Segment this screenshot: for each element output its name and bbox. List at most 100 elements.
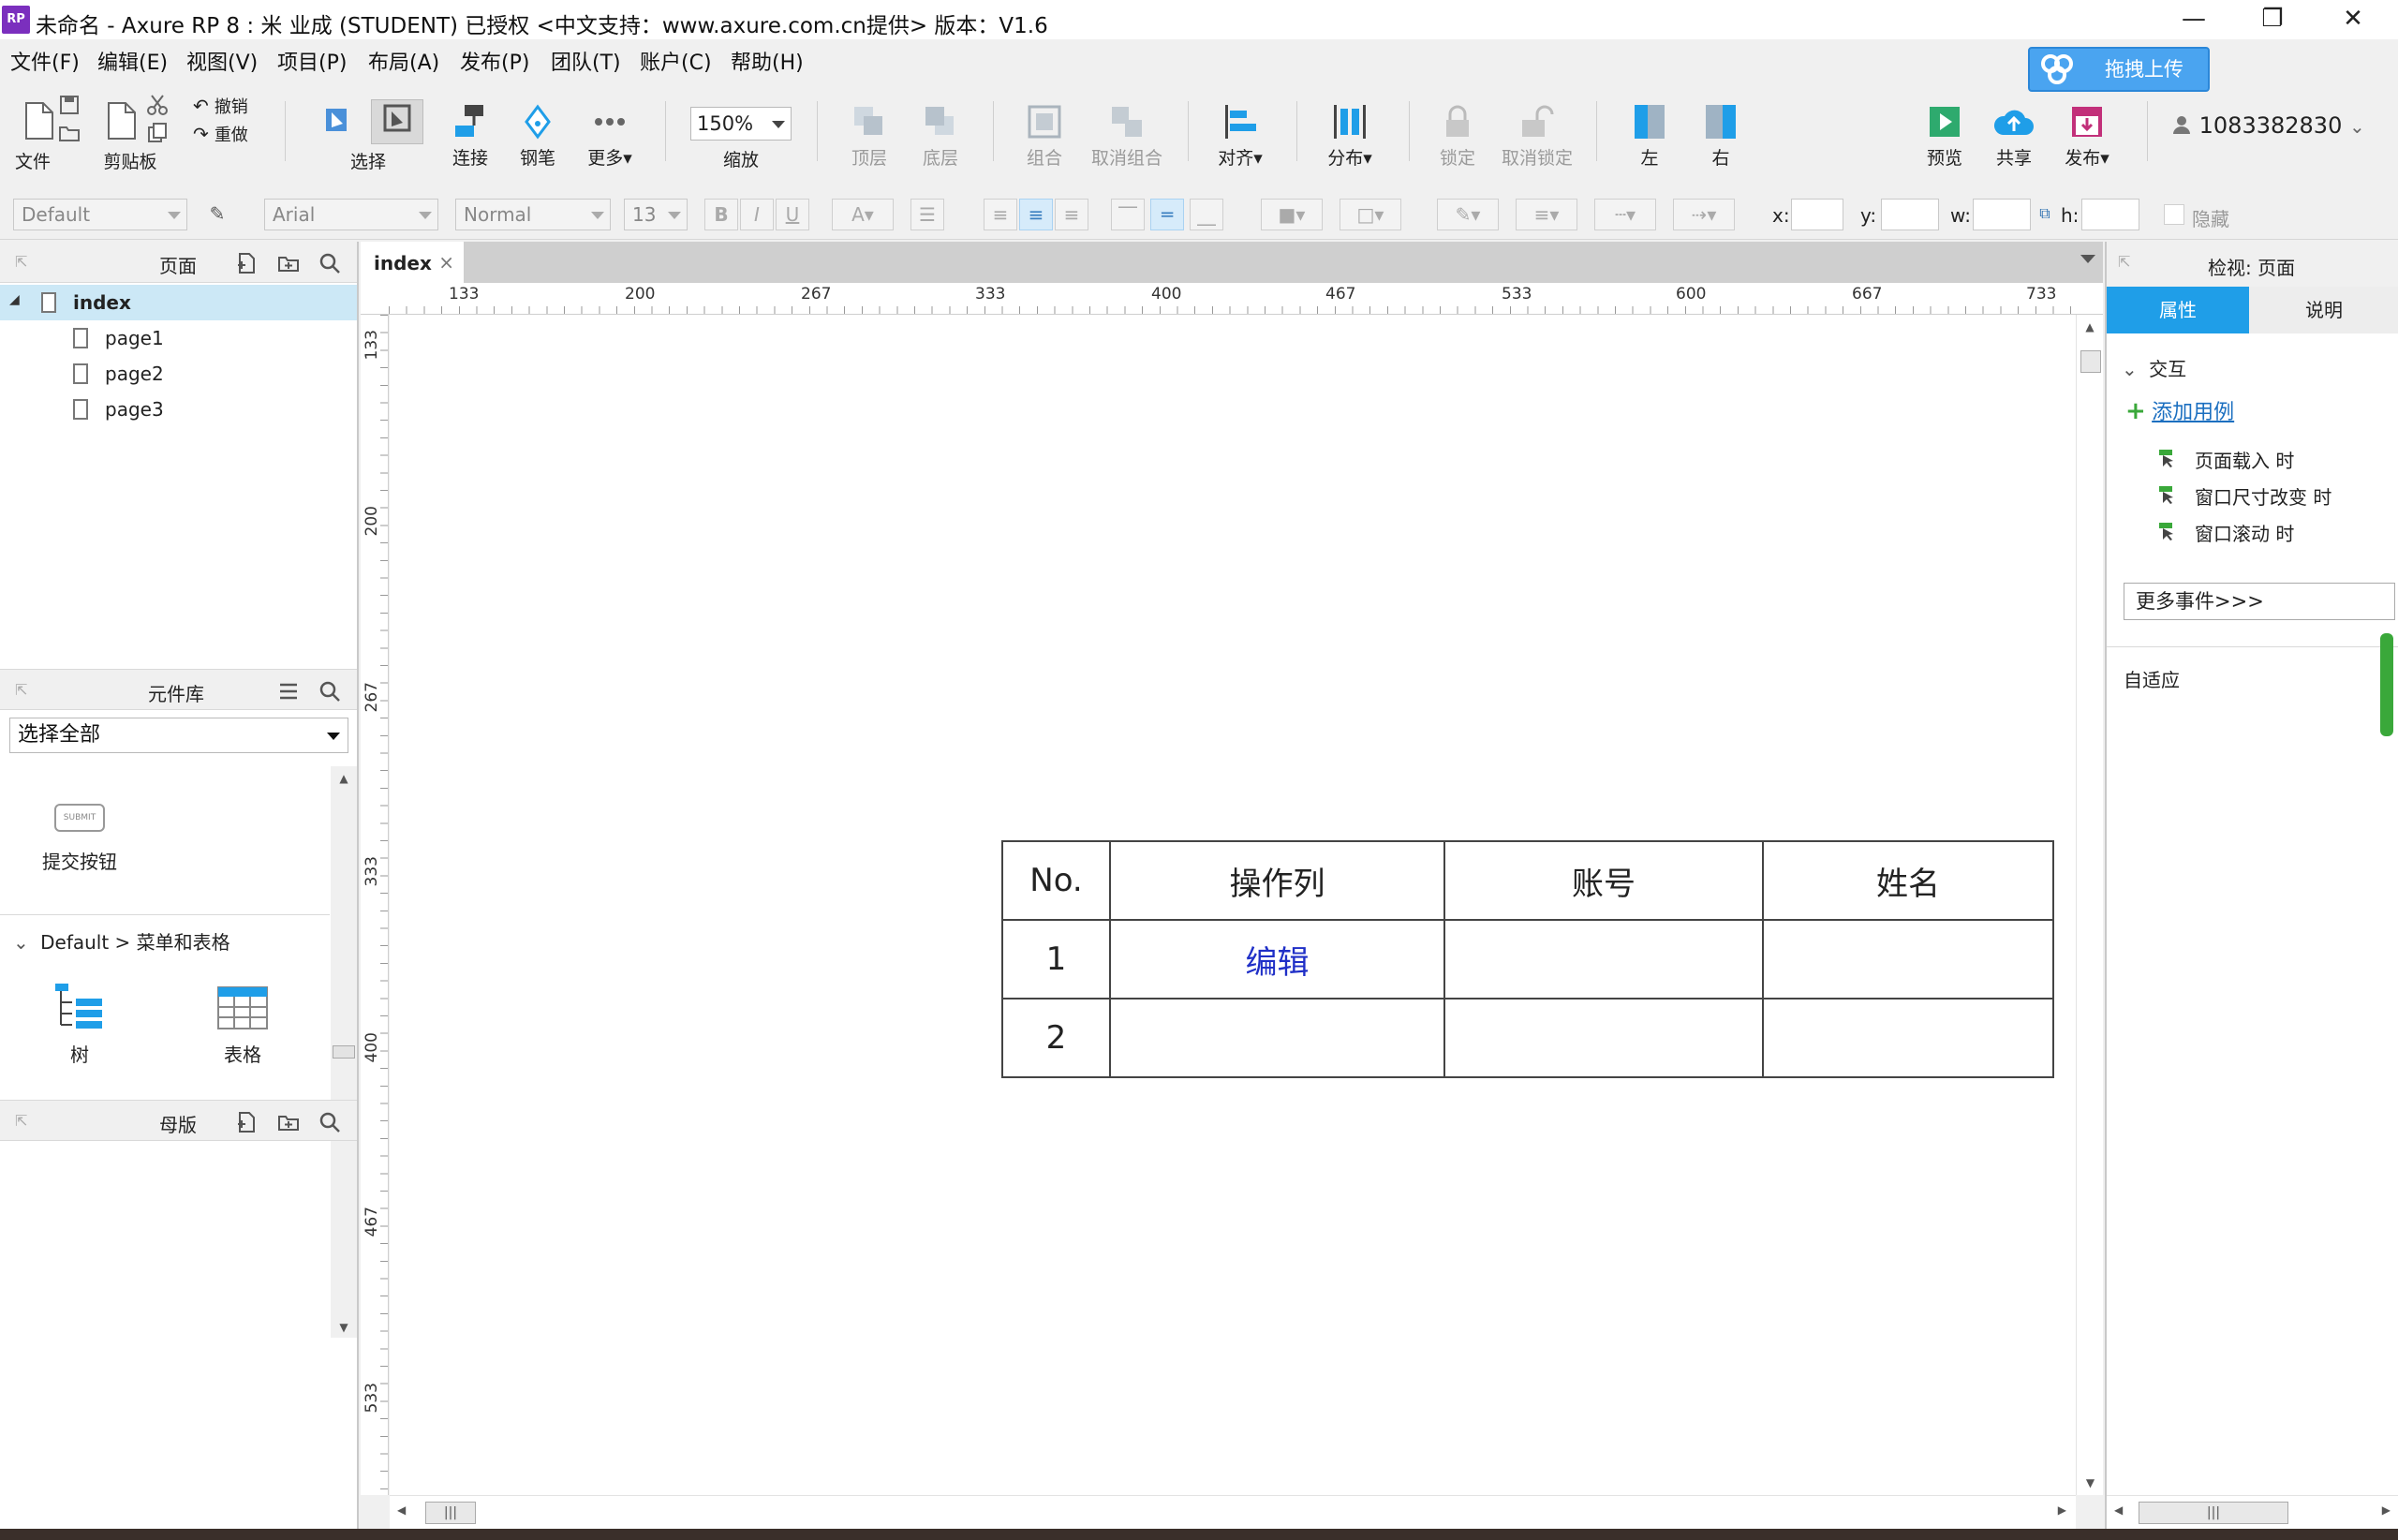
valign-bottom-button[interactable]: ⎽ — [1190, 199, 1223, 230]
table-cell[interactable] — [1762, 998, 2054, 1078]
minimize-button[interactable]: — — [2154, 0, 2233, 39]
scroll-right-arrow-icon[interactable]: ▶ — [2382, 1503, 2391, 1517]
font-family-select[interactable]: Arial — [264, 199, 438, 230]
page-item-index[interactable]: ◢ index — [0, 285, 357, 320]
save-icon[interactable] — [58, 94, 81, 116]
design-canvas[interactable]: No. 操作列 账号 姓名 1 编辑 2 — [390, 315, 2076, 1495]
scroll-up-arrow-icon[interactable]: ▲ — [331, 772, 357, 785]
table-cell[interactable] — [1443, 919, 1764, 1000]
tree-widget[interactable]: 树 — [37, 982, 122, 1067]
search-icon[interactable] — [318, 252, 341, 274]
drag-upload-button[interactable]: 拖拽上传 — [2028, 47, 2210, 92]
bold-button[interactable]: B — [704, 199, 738, 230]
paste-button[interactable] — [103, 99, 141, 146]
redo-button[interactable]: ↷ 重做 — [193, 122, 268, 146]
table-cell[interactable] — [1762, 919, 2054, 1000]
pin-icon[interactable]: ⇱ — [15, 253, 32, 271]
add-case-link[interactable]: + 添加用例 — [2125, 395, 2234, 425]
open-folder-icon[interactable] — [58, 122, 81, 144]
page-item-page1[interactable]: page1 — [0, 320, 357, 356]
menu-file[interactable]: 文件(F) — [10, 46, 80, 76]
align-text-left-button[interactable]: ≡ — [984, 199, 1017, 230]
add-master-icon[interactable] — [236, 1111, 259, 1133]
undo-button[interactable]: ↶ 撤销 — [193, 94, 268, 118]
menu-project[interactable]: 项目(P) — [277, 46, 347, 76]
close-button[interactable]: ✕ — [2314, 0, 2392, 39]
scroll-up-arrow-icon[interactable]: ▲ — [2077, 320, 2103, 333]
more-events-select[interactable]: 更多事件>>> — [2124, 583, 2395, 620]
lock-button[interactable]: 锁定 — [1429, 103, 1486, 170]
style-editor-icon[interactable]: ✎ — [200, 199, 234, 230]
pen-button[interactable]: 钢笔 — [513, 103, 562, 170]
pin-icon[interactable]: ⇱ — [2118, 253, 2130, 271]
submit-button-widget[interactable]: SUBMIT 提交按钮 — [28, 804, 131, 874]
interaction-section-header[interactable]: ⌄ 交互 — [2122, 354, 2186, 381]
w-input[interactable] — [1973, 199, 2031, 230]
fill-color-button[interactable]: ■▾ — [1261, 199, 1323, 230]
table-header-cell[interactable]: 操作列 — [1109, 840, 1445, 921]
library-select[interactable]: 选择全部 — [9, 718, 348, 753]
menu-layout[interactable]: 布局(A) — [368, 46, 439, 76]
hidden-checkbox[interactable] — [2164, 204, 2184, 225]
add-page-icon[interactable] — [236, 252, 259, 274]
event-page-load[interactable]: 页面载入 时 — [2157, 446, 2294, 473]
menu-account[interactable]: 账户(C) — [640, 46, 712, 76]
library-section-header[interactable]: ⌄ Default > 菜单和表格 — [13, 927, 230, 955]
scroll-right-arrow-icon[interactable]: ▶ — [2058, 1503, 2066, 1517]
tab-index[interactable]: index × — [361, 242, 464, 283]
font-color-button[interactable]: A▾ — [832, 199, 894, 230]
table-cell[interactable]: 2 — [1001, 998, 1111, 1078]
ungroup-button[interactable]: 取消组合 — [1087, 103, 1167, 170]
bullet-list-button[interactable]: ☰ — [910, 199, 944, 230]
scroll-down-arrow-icon[interactable]: ▼ — [331, 1321, 357, 1334]
page-item-page2[interactable]: page2 — [0, 356, 357, 392]
publish-button[interactable]: 发布▾ — [2057, 103, 2117, 170]
select-intersect-button[interactable] — [317, 103, 358, 144]
distribute-button[interactable]: 分布▾ — [1317, 103, 1383, 170]
lock-aspect-icon[interactable]: ⧉ — [2035, 199, 2055, 230]
arrow-style-button[interactable]: ⇢▾ — [1673, 199, 1735, 230]
event-window-scroll[interactable]: 窗口滚动 时 — [2157, 519, 2294, 546]
right-panel-toggle-button[interactable]: 右 — [1697, 103, 1744, 170]
share-button[interactable]: 共享 — [1988, 103, 2040, 170]
scroll-left-arrow-icon[interactable]: ◀ — [2114, 1503, 2123, 1517]
restore-button[interactable]: ❐ — [2233, 0, 2312, 39]
menu-team[interactable]: 团队(T) — [551, 46, 621, 76]
font-size-select[interactable]: 13 — [624, 199, 688, 230]
italic-button[interactable]: I — [740, 199, 774, 230]
inspector-horizontal-scrollbar[interactable]: ◀ ||| ▶ — [2107, 1495, 2398, 1529]
scroll-thumb[interactable]: ||| — [425, 1502, 476, 1524]
valign-middle-button[interactable]: ═ — [1150, 199, 1184, 230]
underline-button[interactable]: U — [776, 199, 809, 230]
send-to-back-button[interactable]: 底层 — [912, 103, 969, 170]
align-text-center-button[interactable]: ≡ — [1019, 199, 1053, 230]
unlock-button[interactable]: 取消锁定 — [1497, 103, 1577, 170]
line-style-button[interactable]: ┄▾ — [1594, 199, 1656, 230]
table-header-cell[interactable]: 姓名 — [1762, 840, 2054, 921]
pin-icon[interactable]: ⇱ — [15, 1112, 32, 1130]
menu-edit[interactable]: 编辑(E) — [97, 46, 168, 76]
table-cell[interactable] — [1109, 998, 1445, 1078]
valign-top-button[interactable]: ⎺ — [1111, 199, 1145, 230]
table-header-cell[interactable]: 账号 — [1443, 840, 1764, 921]
search-icon[interactable] — [318, 1111, 341, 1133]
menu-help[interactable]: 帮助(H) — [731, 46, 804, 76]
x-input[interactable] — [1791, 199, 1843, 230]
connect-button[interactable]: 连接 — [446, 103, 495, 170]
tab-list-chevron-icon[interactable] — [2080, 255, 2095, 263]
tab-properties[interactable]: 属性 — [2107, 287, 2249, 333]
tab-notes[interactable]: 说明 — [2251, 287, 2397, 333]
select-contain-button[interactable] — [371, 99, 423, 144]
align-button[interactable]: 对齐▾ — [1208, 103, 1272, 170]
add-folder-icon[interactable] — [277, 252, 300, 274]
event-window-resize[interactable]: 窗口尺寸改变 时 — [2157, 482, 2331, 510]
edit-link[interactable]: 编辑 — [1109, 919, 1445, 1000]
canvas-horizontal-scrollbar[interactable]: ◀ ||| ▶ — [390, 1495, 2076, 1529]
bring-to-front-button[interactable]: 顶层 — [841, 103, 897, 170]
line-color-button[interactable]: ✎▾ — [1437, 199, 1499, 230]
more-button[interactable]: 更多▾ — [581, 103, 639, 170]
scroll-thumb[interactable]: ||| — [2139, 1502, 2288, 1524]
canvas-vertical-scrollbar[interactable]: ▲ ▼ — [2076, 315, 2103, 1495]
menu-publish[interactable]: 发布(P) — [460, 46, 529, 76]
user-account-button[interactable]: 1083382830 ⌄ — [2171, 112, 2392, 139]
